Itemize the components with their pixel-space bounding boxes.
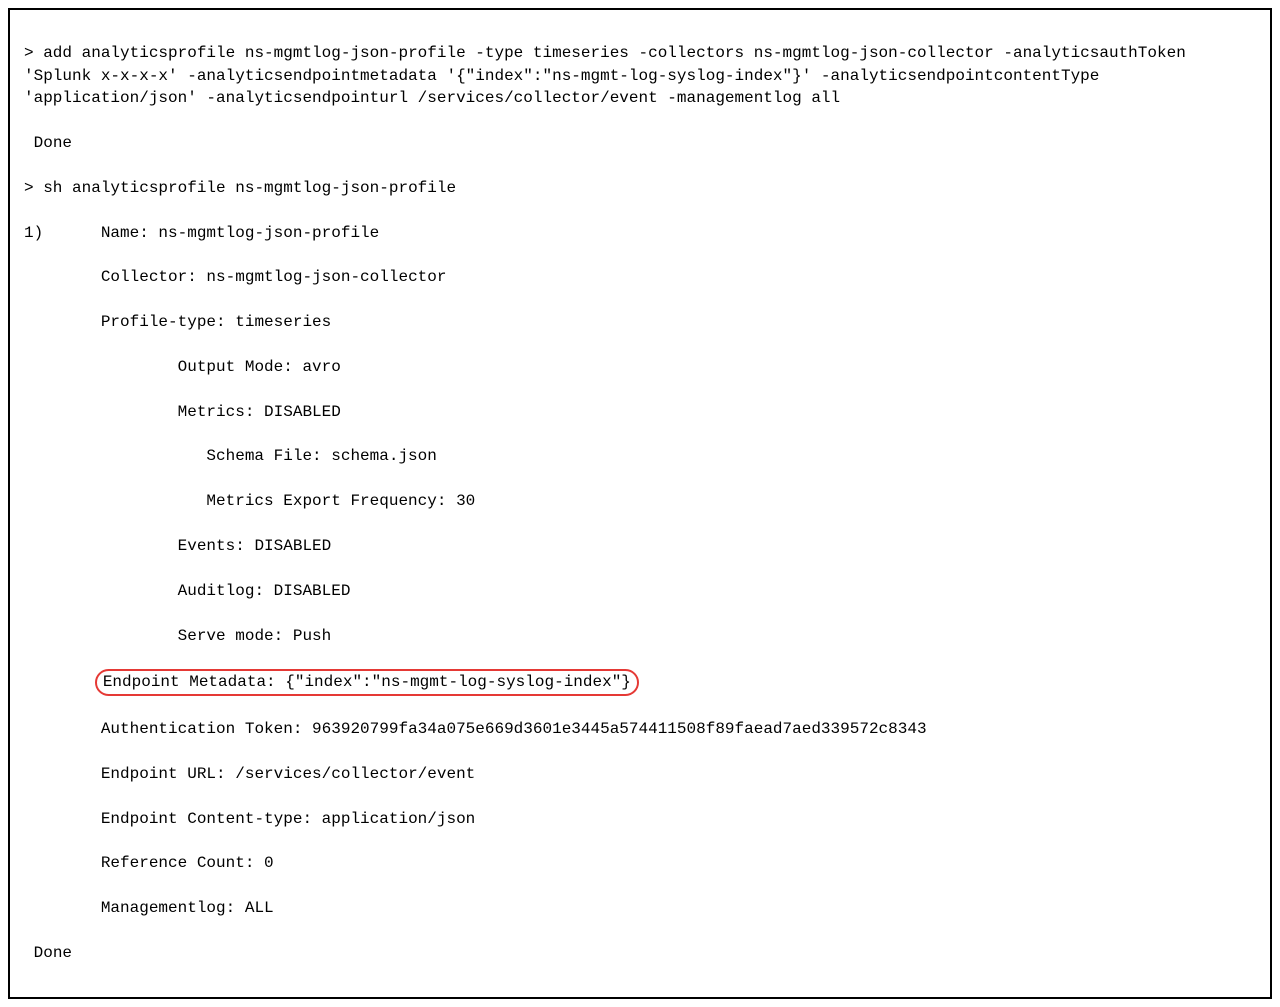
field-managementlog: Managementlog: ALL <box>24 897 1256 919</box>
field-metrics: Metrics: DISABLED <box>24 401 1256 423</box>
field-serve-mode: Serve mode: Push <box>24 625 1256 647</box>
field-schema-file: Schema File: schema.json <box>24 445 1256 467</box>
prompt-marker: > <box>24 179 43 197</box>
field-endpoint-content-type: Endpoint Content-type: application/json <box>24 808 1256 830</box>
field-endpoint-url: Endpoint URL: /services/collector/event <box>24 763 1256 785</box>
field-collector: Collector: ns-mgmtlog-json-collector <box>24 266 1256 288</box>
field-profile-type: Profile-type: timeseries <box>24 311 1256 333</box>
field-reference-count: Reference Count: 0 <box>24 852 1256 874</box>
response-done-final: Done <box>24 942 1256 964</box>
field-endpoint-metadata-highlighted: Endpoint Metadata: {"index":"ns-mgmt-log… <box>95 669 639 695</box>
prompt-marker: > <box>24 44 43 62</box>
field-auditlog: Auditlog: DISABLED <box>24 580 1256 602</box>
field-auth-token: Authentication Token: 963920799fa34a075e… <box>24 718 1256 740</box>
field-metrics-freq: Metrics Export Frequency: 30 <box>24 490 1256 512</box>
command-show: sh analyticsprofile ns-mgmtlog-json-prof… <box>43 179 456 197</box>
field-output-mode: Output Mode: avro <box>24 356 1256 378</box>
command-add: add analyticsprofile ns-mgmtlog-json-pro… <box>24 44 1195 107</box>
response-done: Done <box>24 132 1256 154</box>
field-name: Name: ns-mgmtlog-json-profile <box>101 224 379 242</box>
result-index: 1) <box>24 224 43 242</box>
terminal-window[interactable]: > add analyticsprofile ns-mgmtlog-json-p… <box>8 8 1272 999</box>
field-events: Events: DISABLED <box>24 535 1256 557</box>
